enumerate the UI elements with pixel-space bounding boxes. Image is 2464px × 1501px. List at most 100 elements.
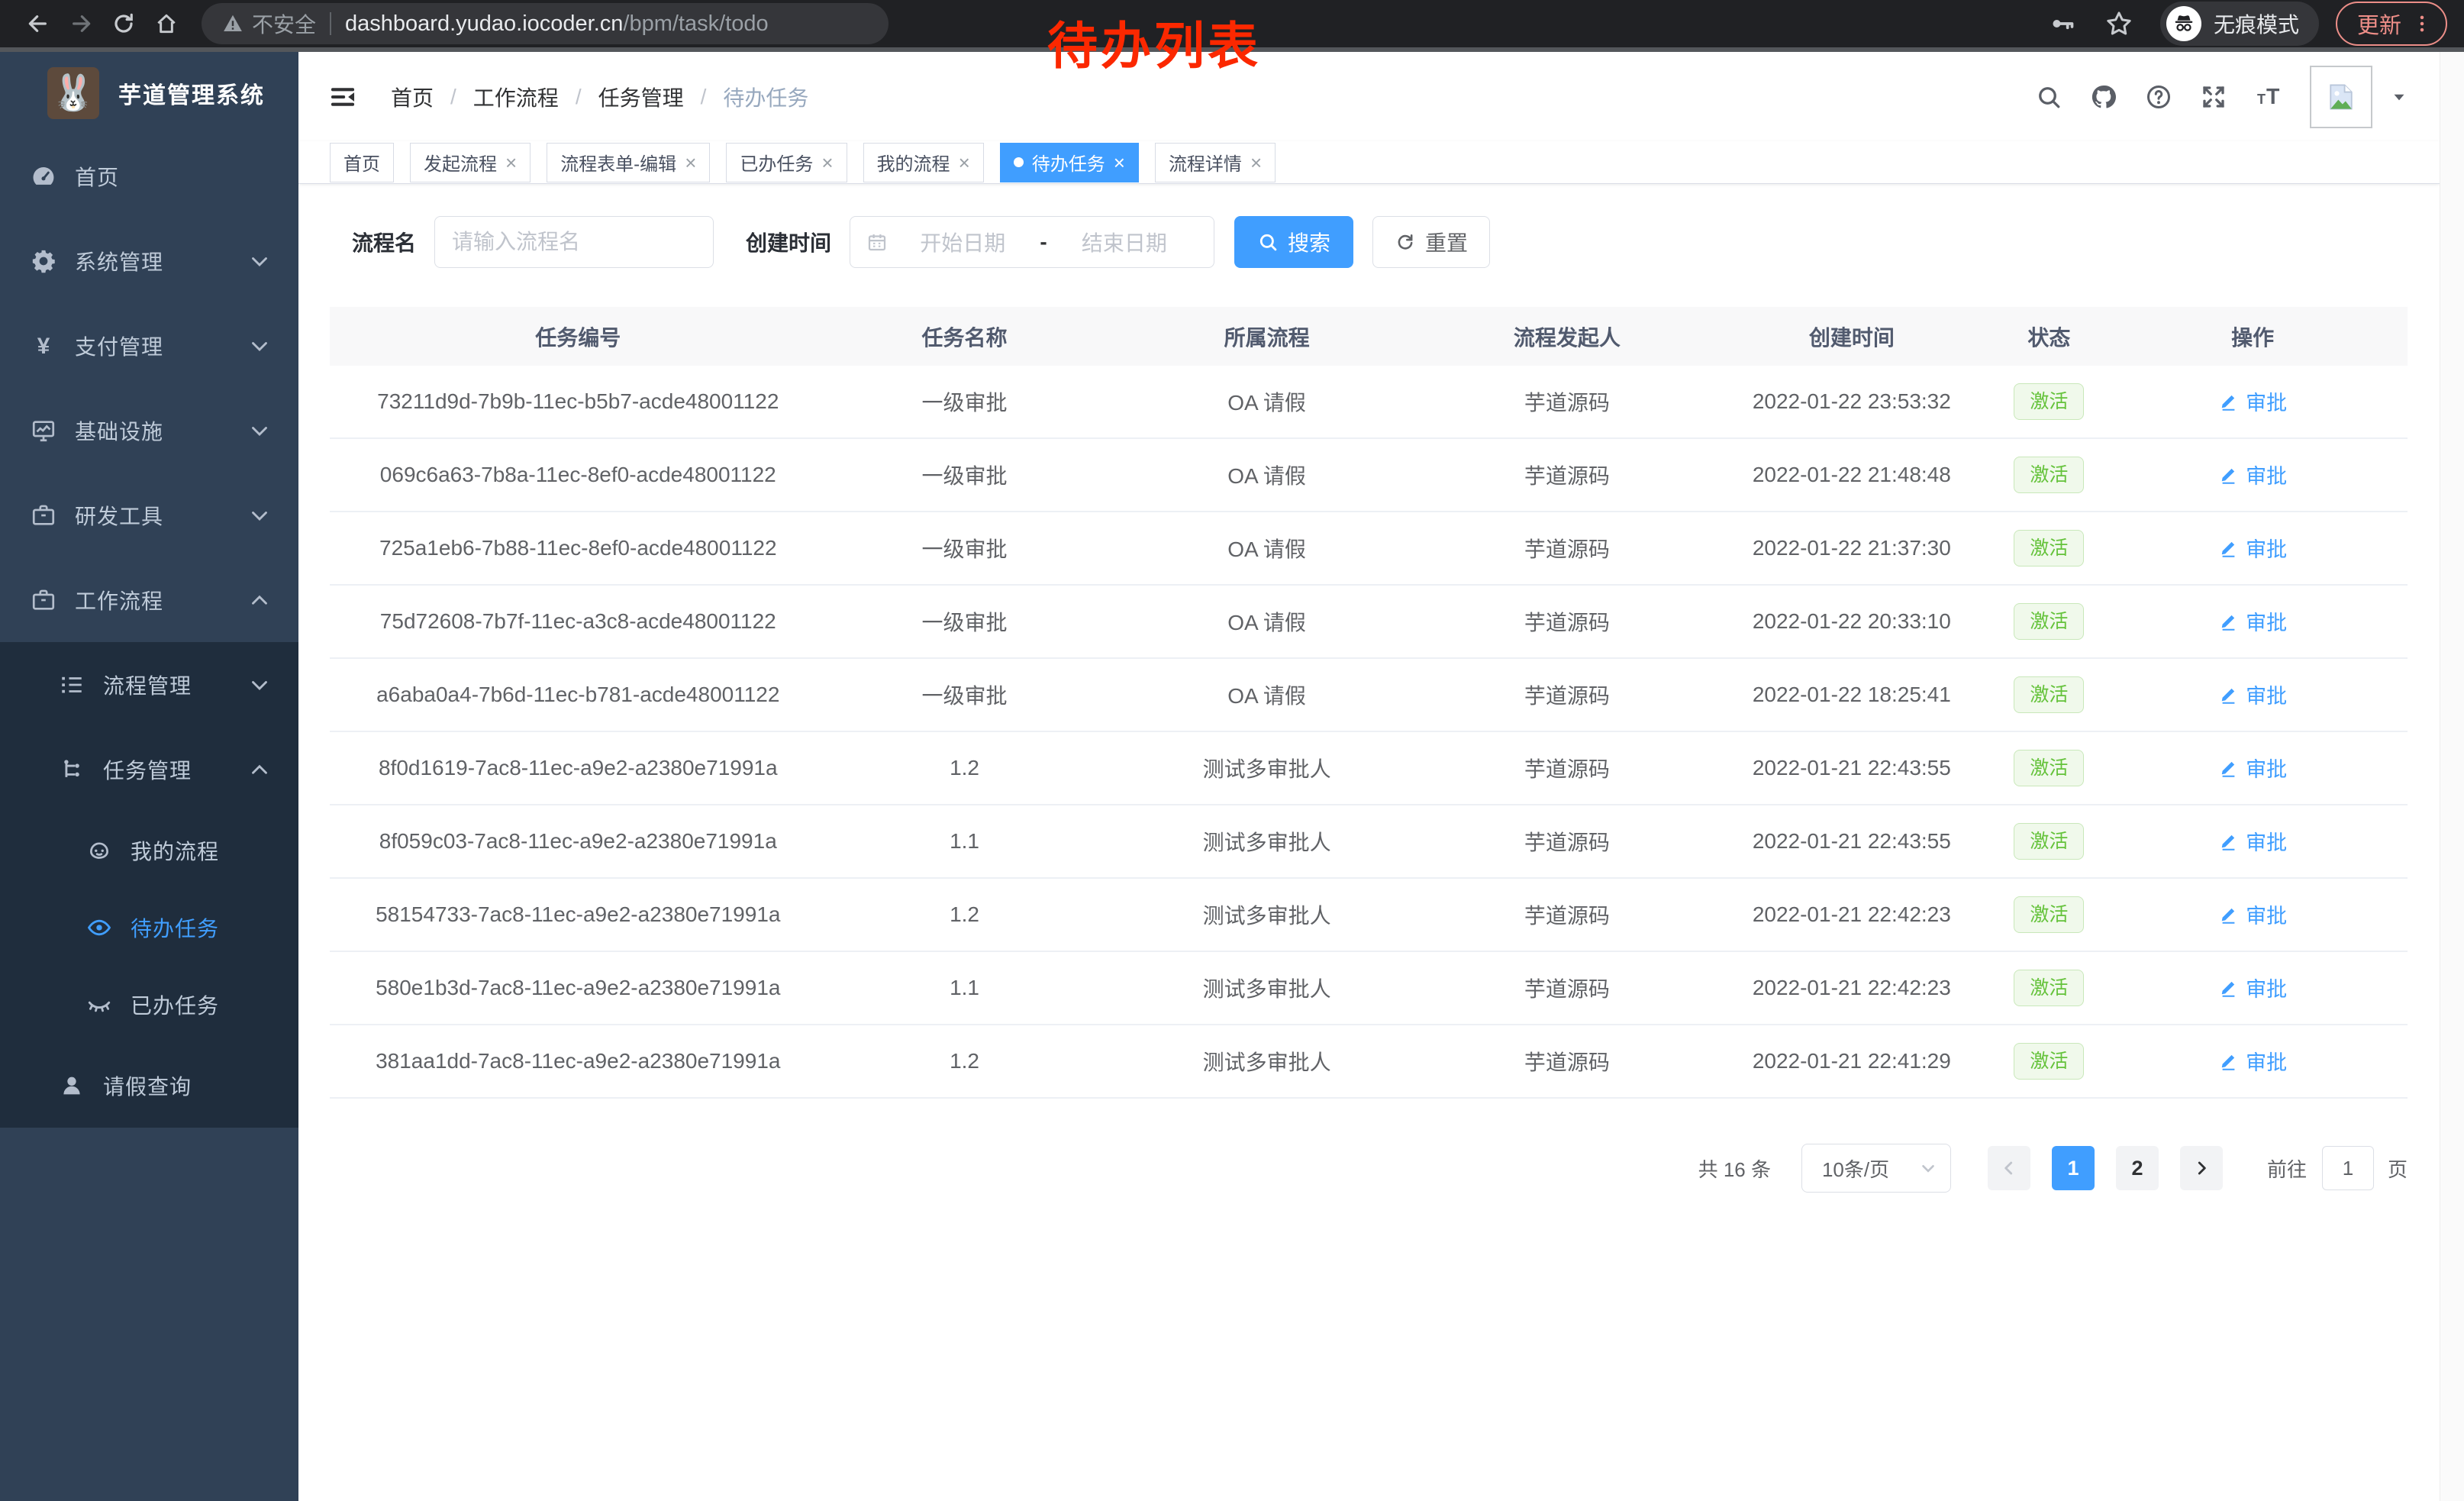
help-icon[interactable]: [2145, 83, 2172, 111]
approve-link[interactable]: 审批: [2218, 386, 2287, 416]
tab-item[interactable]: 首页: [330, 143, 394, 182]
tab-item[interactable]: 我的流程 ×: [863, 143, 984, 182]
sidebar-item[interactable]: 流程管理: [0, 642, 298, 727]
action-cell: 审批: [2098, 386, 2408, 417]
action-cell: 审批: [2098, 606, 2408, 637]
page-size-select[interactable]: 10条/页: [1801, 1144, 1951, 1193]
created-time-cell: 2022-01-21 22:41:29: [1703, 1049, 2000, 1073]
avatar-caret-icon[interactable]: [2389, 87, 2409, 107]
chevron-right-icon: [2191, 1158, 2211, 1178]
tab-item[interactable]: 流程表单-编辑×: [547, 143, 710, 182]
task-name-cell: 一级审批: [827, 460, 1103, 490]
back-icon[interactable]: [17, 4, 60, 44]
security-label[interactable]: 不安全: [252, 8, 316, 39]
approve-link[interactable]: 审批: [2218, 1046, 2287, 1076]
reset-button[interactable]: 重置: [1372, 216, 1490, 268]
reload-icon[interactable]: [102, 4, 145, 44]
fullscreen-icon[interactable]: [2200, 83, 2227, 111]
tab-active[interactable]: 待办任务×: [1000, 143, 1139, 182]
status-badge: 激活: [2014, 750, 2084, 786]
password-key-icon[interactable]: [2047, 8, 2078, 39]
goto-page-input[interactable]: [2322, 1146, 2374, 1190]
tab-close-icon[interactable]: ×: [1250, 153, 1262, 173]
bookmark-star-icon[interactable]: [2104, 8, 2134, 39]
breadcrumb-item[interactable]: 工作流程: [473, 82, 559, 112]
breadcrumb-item[interactable]: 首页: [391, 82, 434, 112]
sidebar-item-label: 研发工具: [75, 500, 163, 531]
approve-link[interactable]: 审批: [2218, 973, 2287, 1002]
pencil-icon: [2218, 464, 2239, 485]
tab-item[interactable]: 流程详情×: [1155, 143, 1276, 182]
next-page-button[interactable]: [2180, 1146, 2223, 1190]
column-header: 所属流程: [1103, 321, 1431, 352]
pencil-icon: [2218, 537, 2239, 558]
tab-close-icon[interactable]: ×: [959, 153, 970, 173]
app-logo[interactable]: 🐰 芋道管理系统: [0, 52, 298, 134]
approve-link[interactable]: 审批: [2218, 899, 2287, 929]
browser-menu-icon[interactable]: [2411, 12, 2433, 35]
status-cell: 激活: [2000, 457, 2098, 493]
column-header: 任务编号: [330, 321, 827, 352]
approve-label: 审批: [2246, 386, 2287, 416]
task-name-cell: 一级审批: [827, 679, 1103, 710]
tab-label: 已办任务: [740, 149, 813, 176]
approve-link[interactable]: 审批: [2218, 460, 2287, 489]
sidebar-item[interactable]: 研发工具: [0, 473, 298, 557]
tab-item[interactable]: 发起流程×: [410, 143, 531, 182]
tab-active-dot: [1014, 157, 1024, 167]
tab-item[interactable]: 已办任务 ×: [726, 143, 847, 182]
reset-refresh-icon: [1395, 231, 1416, 253]
tab-close-icon[interactable]: ×: [505, 153, 517, 173]
forward-icon[interactable]: [60, 4, 102, 44]
approve-link[interactable]: 审批: [2218, 606, 2287, 636]
tags-view-bar: 首页发起流程×流程表单-编辑×已办任务×我的流程×待办任务×流程详情×: [298, 141, 2440, 184]
date-range-picker[interactable]: 开始日期 - 结束日期: [850, 216, 1214, 268]
sidebar-item[interactable]: 待办任务: [0, 889, 298, 966]
sidebar-item[interactable]: 请假查询: [0, 1043, 298, 1128]
table-body: 73211d9d-7b9b-11ec-b5b7-acde48001122一级审批…: [330, 366, 2408, 1099]
address-bar[interactable]: 不安全 dashboard.yudao.iocoder.cn /bpm/task…: [202, 3, 889, 44]
approve-link[interactable]: 审批: [2218, 533, 2287, 563]
breadcrumb-item[interactable]: 任务管理: [598, 82, 684, 112]
tab-label: 我的流程: [877, 149, 950, 176]
action-cell: 审批: [2098, 1046, 2408, 1077]
sidebar-item[interactable]: 任务管理: [0, 727, 298, 812]
font-size-icon[interactable]: TT: [2255, 83, 2282, 111]
sidebar-item[interactable]: ¥支付管理: [0, 303, 298, 388]
status-badge: 激活: [2014, 970, 2084, 1006]
sidebar-item[interactable]: 已办任务: [0, 966, 298, 1043]
sidebar-item[interactable]: 首页: [0, 134, 298, 218]
sidebar-collapse-icon[interactable]: [328, 82, 357, 111]
chevron-down-icon: [247, 333, 273, 359]
main-area: 首页/工作流程/任务管理/待办任务 TT 首页发起流程×流程表单-编辑×已办任务…: [298, 52, 2440, 1501]
browser-update-button[interactable]: 更新: [2336, 2, 2447, 46]
process-cell: OA 请假: [1103, 460, 1431, 490]
search-button[interactable]: 搜索: [1234, 216, 1353, 268]
page-number-button[interactable]: 1: [2052, 1146, 2095, 1190]
status-badge: 激活: [2014, 896, 2084, 933]
approve-label: 审批: [2246, 973, 2287, 1002]
sidebar-item[interactable]: 系统管理: [0, 218, 298, 303]
github-icon[interactable]: [2090, 83, 2117, 111]
process-name-input[interactable]: [434, 216, 714, 268]
tab-close-icon[interactable]: ×: [821, 153, 833, 173]
chevron-down-icon: [247, 672, 273, 698]
approve-link[interactable]: 审批: [2218, 826, 2287, 856]
approve-link[interactable]: 审批: [2218, 753, 2287, 783]
page-number-button[interactable]: 2: [2116, 1146, 2159, 1190]
breadcrumb: 首页/工作流程/任务管理/待办任务: [391, 82, 808, 112]
sidebar-menu: 首页系统管理¥支付管理基础设施研发工具工作流程流程管理任务管理我的流程待办任务已…: [0, 134, 298, 1128]
search-icon[interactable]: [2035, 83, 2062, 111]
sidebar-item-label: 请假查询: [103, 1070, 192, 1101]
tab-close-icon[interactable]: ×: [685, 153, 696, 173]
sidebar-item[interactable]: 工作流程: [0, 557, 298, 642]
page-scrollbar[interactable]: [2440, 52, 2464, 1501]
prev-page-button[interactable]: [1988, 1146, 2030, 1190]
sidebar-item[interactable]: 我的流程: [0, 812, 298, 889]
sidebar-item[interactable]: 基础设施: [0, 388, 298, 473]
created-time-cell: 2022-01-22 20:33:10: [1703, 609, 2000, 634]
tab-close-icon[interactable]: ×: [1114, 153, 1125, 173]
home-icon[interactable]: [145, 4, 188, 44]
avatar[interactable]: [2310, 66, 2372, 128]
approve-link[interactable]: 审批: [2218, 679, 2287, 709]
